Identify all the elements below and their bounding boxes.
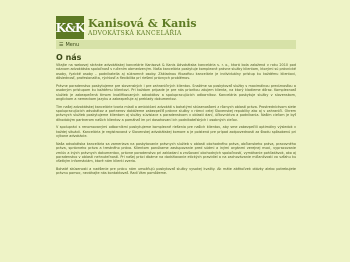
menu-label: Menu [65, 41, 80, 48]
page: K&K Kanisová & Kanis ADVOKÁTSKÁ KANCELÁŘ… [0, 0, 350, 262]
paragraph: Právne poradenstvo poskytujeme pre slove… [56, 83, 296, 102]
menu-icon: ☰ [59, 41, 64, 48]
paragraph: Vitajte na webovej stránke advokátskej k… [56, 63, 296, 81]
firm-subtitle: ADVOKÁTSKÁ KANCELÁŘIA [88, 30, 182, 37]
menu-toggle[interactable]: ☰ Menu [56, 40, 296, 49]
logo-mark[interactable]: K&K [56, 16, 85, 39]
article-body: Vitajte na webovej stránke advokátskej k… [56, 63, 296, 179]
logo-text[interactable]: Kanisová & Kanis ADVOKÁTSKÁ KANCELÁŘIA [88, 18, 197, 37]
page-title: O nás [56, 53, 82, 62]
firm-name: Kanisová & Kanis [88, 17, 197, 30]
paragraph: V spolupráci s renomovanými odborníkmi p… [56, 125, 296, 139]
paragraph: Bohaté skúsenosti a nadšenie pre prácu n… [56, 167, 296, 176]
site-header: K&K Kanisová & Kanis ADVOKÁTSKÁ KANCELÁŘ… [56, 16, 296, 39]
paragraph: Naša advokátska kancelária sa zameriava … [56, 141, 296, 164]
paragraph: Tím našej advokátskej kancelárie tvoria … [56, 104, 296, 122]
